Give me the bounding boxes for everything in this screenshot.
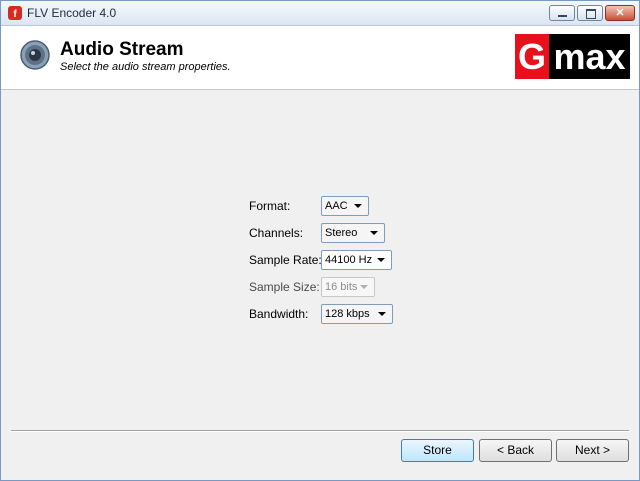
bandwidth-value: 128 kbps bbox=[325, 308, 370, 320]
maximize-icon bbox=[586, 9, 596, 19]
page-title: Audio Stream bbox=[60, 39, 184, 60]
next-button[interactable]: Next > bbox=[556, 439, 629, 462]
sample-rate-select[interactable]: 44100 Hz bbox=[321, 250, 392, 270]
minimize-button[interactable] bbox=[549, 5, 575, 21]
channels-label: Channels: bbox=[249, 226, 304, 240]
app-icon: f bbox=[8, 6, 22, 20]
format-value: AAC bbox=[325, 200, 348, 212]
wizard-header: Audio Stream Select the audio stream pro… bbox=[1, 26, 639, 90]
sample-size-label: Sample Size: bbox=[249, 280, 320, 294]
chevron-down-icon bbox=[370, 231, 378, 235]
sample-rate-label: Sample Rate: bbox=[249, 253, 322, 267]
bandwidth-select[interactable]: 128 kbps bbox=[321, 304, 393, 324]
maximize-button[interactable] bbox=[577, 5, 603, 21]
sample-size-value: 16 bits bbox=[325, 281, 358, 293]
close-icon: ✕ bbox=[615, 7, 625, 19]
footer-separator bbox=[11, 430, 629, 432]
page-subtitle: Select the audio stream properties. bbox=[60, 61, 231, 73]
chevron-down-icon bbox=[378, 312, 386, 316]
app-window: f FLV Encoder 4.0 ✕ Audio Stream Select … bbox=[0, 0, 640, 481]
speaker-icon bbox=[20, 40, 50, 70]
logo-letter-g: G bbox=[515, 34, 549, 79]
chevron-down-icon bbox=[354, 204, 362, 208]
sample-size-select: 16 bits bbox=[321, 277, 375, 297]
back-button[interactable]: < Back bbox=[479, 439, 552, 462]
close-button[interactable]: ✕ bbox=[605, 5, 635, 21]
sample-rate-value: 44100 Hz bbox=[325, 254, 373, 266]
format-select[interactable]: AAC bbox=[321, 196, 369, 216]
gmax-logo: G max bbox=[515, 34, 630, 79]
title-bar[interactable]: f FLV Encoder 4.0 ✕ bbox=[1, 1, 639, 26]
window-title: FLV Encoder 4.0 bbox=[27, 6, 117, 20]
bandwidth-label: Bandwidth: bbox=[249, 307, 309, 321]
store-button[interactable]: Store bbox=[401, 439, 474, 462]
chevron-down-icon bbox=[377, 258, 385, 262]
channels-select[interactable]: Stereo bbox=[321, 223, 385, 243]
logo-text: max bbox=[553, 36, 626, 77]
format-label: Format: bbox=[249, 199, 291, 213]
minimize-icon bbox=[558, 15, 567, 17]
chevron-down-icon bbox=[360, 285, 368, 289]
channels-value: Stereo bbox=[325, 227, 358, 239]
